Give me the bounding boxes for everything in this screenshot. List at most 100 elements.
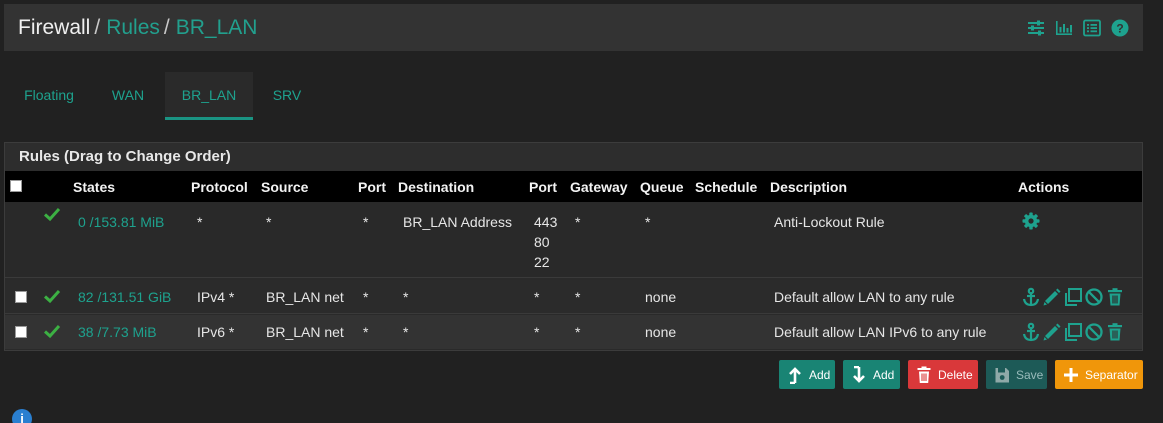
row-actions [1021, 211, 1041, 231]
chart-icon[interactable] [1055, 19, 1073, 37]
col-actions: Actions [1018, 179, 1070, 195]
row-dest-ports: 443 80 22 [534, 212, 557, 272]
row-queue: * [645, 214, 651, 230]
row-protocol: IPv4 * [197, 289, 235, 305]
table-header: States Protocol Source Port Destination … [5, 171, 1142, 202]
col-destination[interactable]: Destination [398, 179, 474, 195]
trash-icon[interactable] [1105, 287, 1125, 307]
row-select-checkbox[interactable] [15, 291, 27, 303]
plus-icon [1063, 366, 1079, 384]
breadcrumb-rules-link[interactable]: Rules [106, 16, 160, 39]
tab-floating[interactable]: Floating [9, 72, 89, 120]
col-gateway[interactable]: Gateway [570, 179, 628, 195]
row-queue: none [645, 324, 677, 340]
delete-button[interactable]: Delete [908, 360, 978, 389]
row-description: Anti-Lockout Rule [774, 214, 885, 230]
add-top-label: Add [809, 367, 831, 382]
copy-icon[interactable] [1063, 322, 1083, 342]
pass-check-icon [43, 288, 61, 304]
col-protocol[interactable]: Protocol [191, 179, 248, 195]
edit-pencil-icon[interactable] [1042, 322, 1062, 342]
tab-srv[interactable]: SRV [262, 72, 312, 120]
row-actions [1021, 322, 1125, 342]
row-protocol: * [197, 214, 203, 230]
add-bottom-button[interactable]: Add [843, 360, 900, 389]
tab-wan[interactable]: WAN [98, 72, 158, 120]
dest-port-value: 80 [534, 234, 550, 250]
list-icon[interactable] [1083, 19, 1101, 37]
dest-port-value: 22 [534, 254, 550, 270]
row-description: Default allow LAN IPv6 to any rule [774, 324, 987, 340]
row-port: * [363, 214, 369, 230]
col-states[interactable]: States [73, 179, 115, 195]
dest-port-value: 443 [534, 214, 558, 230]
row-states[interactable]: 0 /153.81 MiB [78, 212, 164, 232]
row-dest-port: * [534, 324, 540, 340]
row-states[interactable]: 82 /131.51 GiB [78, 287, 171, 307]
col-description[interactable]: Description [770, 179, 847, 195]
rules-panel: Rules (Drag to Change Order) States Prot… [4, 142, 1143, 351]
arrow-up-add-icon [787, 366, 803, 384]
col-dest-port[interactable]: Port [529, 179, 557, 195]
disable-icon[interactable] [1084, 287, 1104, 307]
row-port: * [363, 324, 369, 340]
floppy-save-icon [994, 366, 1010, 384]
page-header: Firewall / Rules / BR_LAN ? [4, 4, 1143, 51]
panel-title: Rules (Drag to Change Order) [5, 143, 1142, 171]
breadcrumb-separator: / [163, 16, 170, 39]
separator-button[interactable]: Separator [1055, 360, 1143, 389]
row-destination: BR_LAN Address [403, 214, 512, 230]
copy-icon[interactable] [1063, 287, 1083, 307]
separator-label: Separator [1085, 367, 1138, 382]
row-dest-port: * [534, 289, 540, 305]
table-row[interactable]: 0 /153.81 MiB * * * BR_LAN Address 443 8… [5, 202, 1142, 278]
gear-icon[interactable] [1021, 211, 1041, 231]
row-destination: * [403, 289, 409, 305]
add-top-button[interactable]: Add [779, 360, 835, 389]
row-source: BR_LAN net [266, 324, 344, 340]
col-queue[interactable]: Queue [640, 179, 684, 195]
add-bottom-label: Add [873, 367, 895, 382]
disable-icon[interactable] [1084, 322, 1104, 342]
row-states[interactable]: 38 /7.73 MiB [78, 322, 157, 342]
table-row[interactable]: 38 /7.73 MiB IPv6 * BR_LAN net * * * * n… [5, 315, 1142, 349]
save-label: Save [1016, 367, 1044, 382]
col-source[interactable]: Source [261, 179, 308, 195]
col-schedule[interactable]: Schedule [695, 179, 757, 195]
anchor-icon[interactable] [1021, 287, 1041, 307]
row-actions [1021, 287, 1125, 307]
info-icon[interactable]: i [12, 409, 32, 423]
interface-tabs: Floating WAN BR_LAN SRV [4, 72, 604, 122]
table-row[interactable]: 82 /131.51 GiB IPv4 * BR_LAN net * * * *… [5, 280, 1142, 314]
row-gateway: * [575, 289, 581, 305]
row-queue: none [645, 289, 677, 305]
row-gateway: * [575, 214, 581, 230]
help-icon[interactable]: ? [1111, 19, 1129, 37]
pass-check-icon [43, 323, 61, 339]
row-destination: * [403, 324, 409, 340]
breadcrumb-separator: / [94, 16, 101, 39]
arrow-down-add-icon [851, 365, 867, 384]
breadcrumb: Firewall / Rules / BR_LAN [18, 16, 257, 40]
col-port[interactable]: Port [358, 179, 386, 195]
row-source: BR_LAN net [266, 289, 344, 305]
select-all-checkbox[interactable] [10, 180, 22, 192]
row-source: * [266, 214, 272, 230]
delete-label: Delete [938, 367, 973, 382]
row-gateway: * [575, 324, 581, 340]
pass-check-icon [43, 206, 61, 222]
row-select-checkbox[interactable] [15, 326, 27, 338]
tab-br-lan[interactable]: BR_LAN [165, 72, 253, 120]
row-protocol: IPv6 * [197, 324, 235, 340]
sliders-icon[interactable] [1027, 19, 1045, 37]
anchor-icon[interactable] [1021, 322, 1041, 342]
breadcrumb-br-lan-link[interactable]: BR_LAN [176, 16, 258, 39]
breadcrumb-firewall: Firewall [18, 16, 91, 39]
trash-icon [916, 366, 932, 384]
edit-pencil-icon[interactable] [1042, 287, 1062, 307]
trash-icon[interactable] [1105, 322, 1125, 342]
svg-text:?: ? [1116, 22, 1123, 36]
save-button[interactable]: Save [986, 360, 1047, 389]
row-description: Default allow LAN to any rule [774, 289, 955, 305]
row-port: * [363, 289, 369, 305]
